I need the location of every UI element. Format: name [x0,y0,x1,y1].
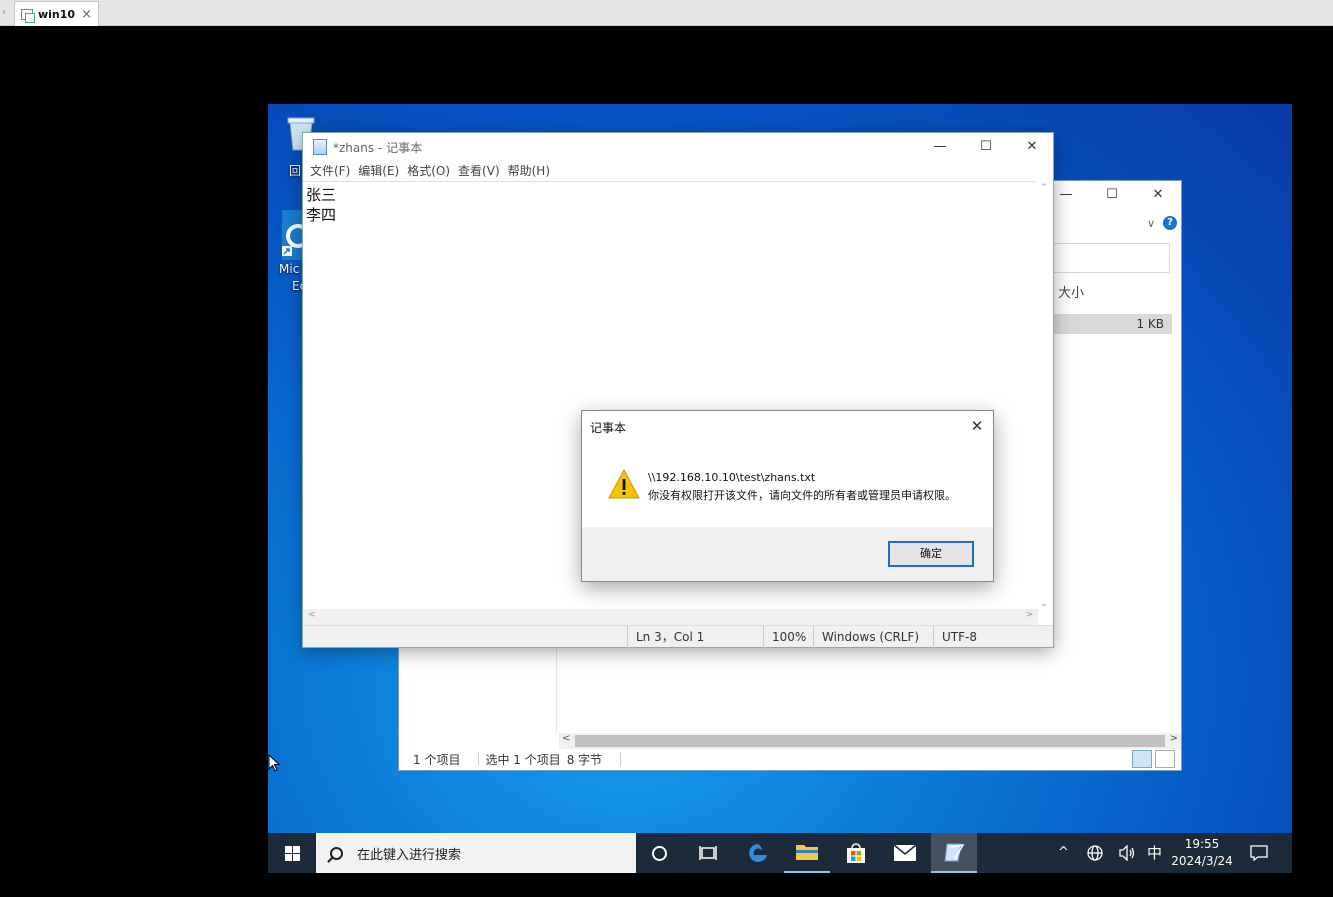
scrollbar-thumb[interactable] [575,735,1165,747]
scroll-left-arrow-icon[interactable]: < [562,733,570,744]
explorer-maximize-button[interactable]: ☐ [1089,181,1135,209]
notepad-title: *zhans - 记事本 [333,140,423,155]
ribbon-expand-chevron-icon[interactable]: ∨ [1147,217,1155,230]
scroll-right-arrow-icon[interactable]: > [1170,733,1178,744]
clock-date: 2024/3/24 [1171,854,1233,868]
folder-icon [796,845,818,860]
scroll-up-arrow-icon[interactable]: ⌃ [1040,183,1048,193]
column-header-size[interactable]: 大小 [1047,281,1172,307]
dialog-footer: 确定 [582,527,993,581]
tab-scroll-left-icon[interactable]: ‹ [2,7,6,18]
menu-file[interactable]: 文件(F) [309,161,357,181]
status-zoom: 100% [763,626,813,648]
status-selected-size: 8 字节 [566,752,603,767]
input-method-indicator[interactable]: 中 [1147,833,1162,873]
explorer-status-bar: 1 个项目 选中 1 个项目 8 字节 [399,748,1181,770]
status-item-count: 1 个项目 [413,752,461,767]
cortana-button[interactable] [636,833,682,873]
vm-icon [21,8,35,23]
explorer-window-controls: — ☐ ✕ [1041,181,1181,209]
view-toggle-group [1132,750,1175,768]
menu-format[interactable]: 格式(O) [406,161,457,181]
vm-tab-win10[interactable]: win10 × [14,1,99,26]
status-encoding: UTF-8 [933,626,1033,648]
edge-shortcut-label-1: Mic [279,262,300,276]
permission-error-dialog[interactable]: 记事本 ✕ \\192.168.10.10\test\zhans.txt 你没有… [581,410,994,582]
action-center-icon[interactable] [1250,833,1268,873]
start-button[interactable] [268,833,316,873]
details-view-icon[interactable] [1132,750,1152,768]
notepad-app-icon [313,139,327,155]
mail-icon [893,844,917,861]
status-line-endings: Windows (CRLF) [813,626,933,648]
clock-time: 19:55 [1184,837,1220,851]
search-placeholder: 在此键入进行搜索 [357,847,462,863]
taskbar-mail-button[interactable] [882,833,928,873]
status-divider [620,752,622,766]
mouse-cursor-icon [268,754,280,772]
recycle-bin-label: 回 [289,164,302,178]
dialog-file-path: \\192.168.10.10\test\zhans.txt [648,471,816,484]
show-hidden-icons-chevron[interactable]: ^ [1058,833,1069,873]
host-tab-bar: ‹ win10 × [0,0,1333,26]
notepad-horizontal-scrollbar[interactable]: < > [303,609,1038,626]
status-selected-count: 选中 1 个项目 [485,752,561,767]
dialog-title: 记事本 [590,421,627,435]
edge-icon [749,844,767,862]
status-cursor-position: Ln 3，Col 1 [627,626,763,648]
menu-help[interactable]: 帮助(H) [507,161,557,181]
taskbar-store-button[interactable] [833,833,879,873]
large-icons-view-icon[interactable] [1155,750,1175,768]
taskbar-file-explorer-button[interactable] [784,833,830,873]
scroll-left-arrow-icon[interactable]: < [308,610,316,620]
task-view-button[interactable] [685,833,731,873]
dialog-close-button[interactable]: ✕ [961,411,993,441]
status-divider [478,752,480,766]
network-globe-icon[interactable] [1086,833,1104,873]
notepad-maximize-button[interactable]: ☐ [963,133,1009,161]
vm-tab-close-button[interactable]: × [81,7,92,22]
notepad-close-button[interactable]: ✕ [1009,133,1055,161]
help-icon[interactable]: ? [1163,216,1177,230]
explorer-horizontal-scrollbar[interactable]: < > [559,733,1181,749]
taskbar: 在此键入进行搜索 ^ 中 19:55 2024/3/24 [268,833,1292,873]
taskbar-edge-button[interactable] [735,833,781,873]
explorer-close-button[interactable]: ✕ [1135,181,1181,209]
volume-icon[interactable] [1118,833,1136,873]
store-bag-icon [847,843,865,863]
cortana-circle-icon [651,845,667,861]
notepad-menu-bar: 文件(F) 编辑(E) 格式(O) 查看(V) 帮助(H) [303,161,1053,181]
scroll-down-arrow-icon[interactable]: ⌄ [1040,599,1048,609]
guest-desktop: 回 Mic Ec — ☐ ✕ ∨ ? 大小 1 KB < > 1 个项目 选中 … [268,104,1292,873]
edge-shortcut-icon[interactable] [282,210,310,263]
warning-icon [608,469,640,499]
taskbar-notepad-button[interactable] [931,833,977,873]
taskbar-clock[interactable]: 19:55 2024/3/24 [1166,836,1238,870]
taskbar-search-box[interactable]: 在此键入进行搜索 [316,833,636,873]
ok-button[interactable]: 确定 [888,541,974,567]
task-view-icon [699,846,717,860]
search-icon [330,846,343,860]
text-line: 张三 [306,186,337,204]
dialog-message: 你没有权限打开该文件，请向文件的所有者或管理员申请权限。 [648,489,956,502]
notepad-status-bar: Ln 3，Col 1 100% Windows (CRLF) UTF-8 [303,625,1053,648]
vm-tab-title: win10 [38,7,76,21]
notepad-minimize-button[interactable]: — [917,133,963,161]
scroll-right-arrow-icon[interactable]: > [1025,610,1033,620]
notepad-icon [944,843,965,862]
menu-view[interactable]: 查看(V) [457,161,507,181]
navigation-pane [399,647,557,733]
text-line: 李四 [306,206,337,224]
notepad-vertical-scrollbar[interactable]: ⌃ ⌄ [1036,181,1053,609]
menu-edit[interactable]: 编辑(E) [357,161,406,181]
